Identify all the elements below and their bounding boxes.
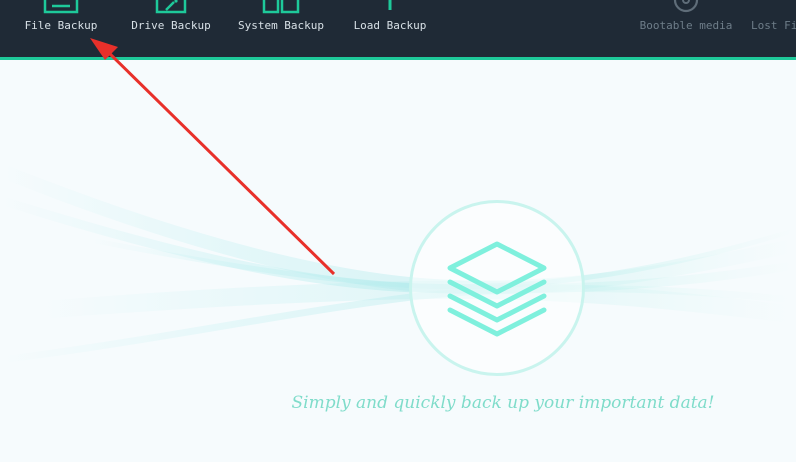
system-backup-icon: [262, 0, 300, 14]
toolbar: File Backup Drive Backup System Backup L…: [0, 0, 796, 60]
lost-file-label: Lost Fil: [751, 19, 796, 32]
drive-backup-label: Drive Backup: [131, 19, 211, 32]
bootable-media-icon: [673, 0, 699, 13]
system-backup-button[interactable]: System Backup: [236, 0, 326, 57]
app-window: File Backup Drive Backup System Backup L…: [0, 0, 796, 462]
load-backup-label: Load Backup: [353, 19, 427, 32]
drive-backup-button[interactable]: Drive Backup: [126, 0, 216, 57]
drive-backup-icon: [155, 0, 187, 14]
bootable-media-button[interactable]: Bootable media: [638, 0, 734, 57]
load-backup-icon: [388, 0, 392, 10]
bootable-media-label: Bootable media: [639, 19, 733, 32]
tagline: Simply and quickly back up your importan…: [291, 393, 715, 413]
stacked-layers-icon: [447, 241, 547, 337]
file-backup-icon: [43, 0, 79, 14]
file-backup-button[interactable]: File Backup: [18, 0, 104, 57]
main-content: Simply and quickly back up your importan…: [0, 60, 796, 462]
load-backup-button[interactable]: Load Backup: [348, 0, 432, 57]
system-backup-label: System Backup: [237, 19, 325, 32]
file-backup-label: File Backup: [24, 19, 98, 32]
lost-file-button[interactable]: Lost Fil: [748, 0, 796, 57]
